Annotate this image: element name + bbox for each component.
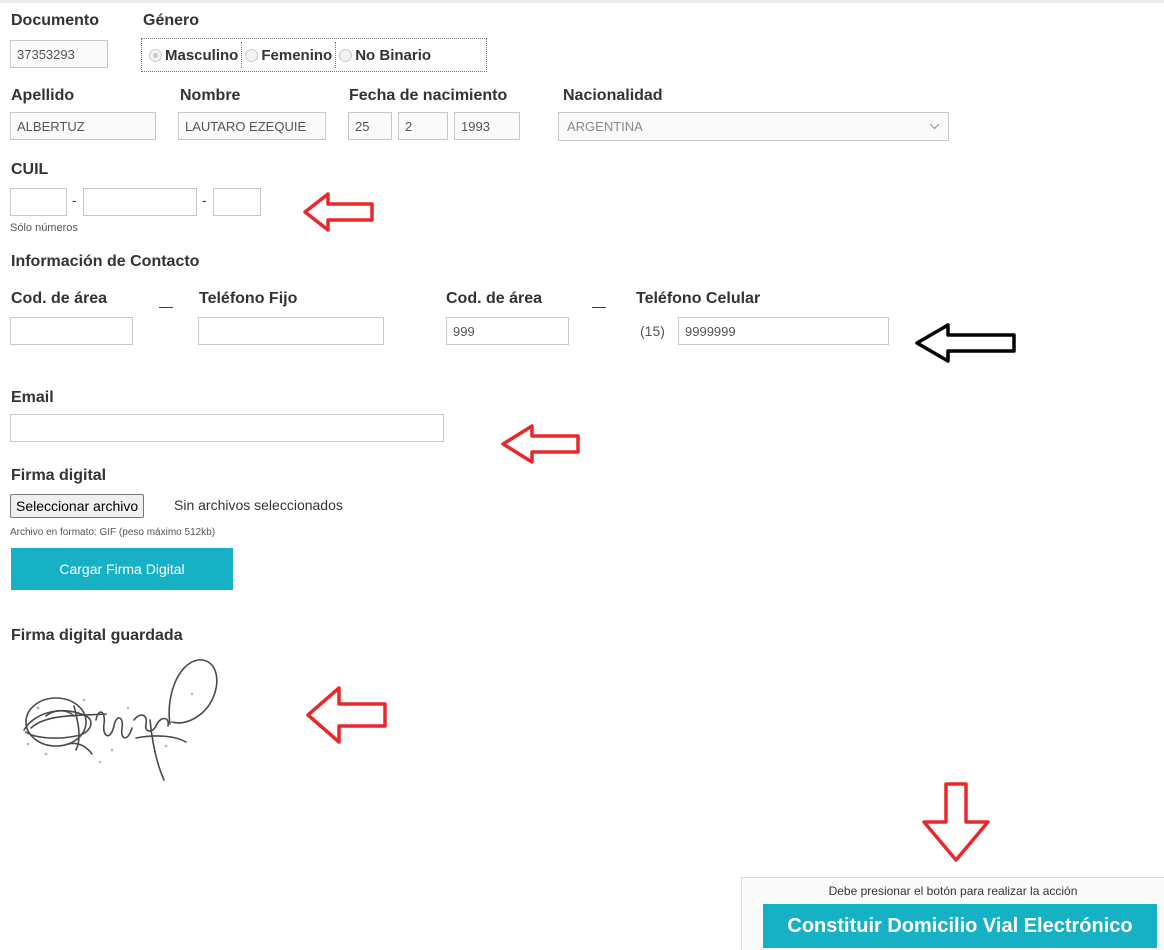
nacionalidad-label: Nacionalidad	[563, 87, 663, 104]
documento-label: Documento	[11, 12, 99, 29]
nacionalidad-select[interactable]: ARGENTINA	[558, 112, 949, 141]
fecha-dia-input[interactable]	[348, 112, 392, 140]
seleccionar-archivo-button[interactable]: Seleccionar archivo	[10, 494, 145, 518]
file-status-text: Sin archivos seleccionados	[174, 497, 343, 513]
cod-area-celular-label: Cod. de área	[446, 290, 543, 307]
fecha-nacimiento-label: Fecha de nacimiento	[349, 87, 508, 104]
telefono-celular-label: Teléfono Celular	[636, 290, 761, 307]
radio-masculino-icon[interactable]	[149, 48, 162, 62]
cuil-hint: Sólo números	[10, 222, 78, 234]
email-label: Email	[11, 389, 54, 406]
firma-guardada-label: Firma digital guardada	[11, 627, 183, 644]
radio-masculino-label: Masculino	[165, 46, 239, 64]
nacionalidad-value: ARGENTINA	[567, 119, 643, 134]
annotation-arrow-left-icon	[501, 424, 580, 464]
radio-no-binario-label: No Binario	[355, 46, 432, 64]
action-panel: Debe presionar el botón para realizar la…	[741, 877, 1164, 950]
radio-femenino-label: Femenino	[261, 46, 333, 64]
radio-femenino[interactable]: Femenino	[241, 42, 335, 68]
signature-image	[23, 659, 218, 781]
constituir-domicilio-button[interactable]: Constituir Domicilio Vial Electrónico	[763, 904, 1157, 948]
radio-femenino-icon[interactable]	[245, 48, 259, 62]
genero-label: Género	[143, 12, 200, 29]
cuil-check-input[interactable]	[213, 188, 261, 216]
cod-area-celular-input[interactable]	[446, 317, 569, 345]
annotation-arrow-left-icon	[303, 192, 374, 232]
radio-no-binario-icon[interactable]	[339, 48, 353, 62]
nombre-input[interactable]	[178, 112, 326, 140]
cuil-separator-2: -	[202, 192, 207, 208]
radio-no-binario[interactable]: No Binario	[335, 42, 434, 68]
telefono-fijo-label: Teléfono Fijo	[199, 290, 298, 307]
annotation-arrow-left-icon	[306, 686, 387, 744]
fecha-anio-input[interactable]	[454, 112, 520, 140]
phone-separator-2: —	[592, 298, 606, 314]
nombre-label: Nombre	[180, 87, 241, 104]
radio-masculino[interactable]: Masculino	[146, 42, 241, 68]
top-divider	[0, 0, 1164, 3]
apellido-label: Apellido	[11, 87, 75, 104]
documento-input[interactable]	[10, 40, 108, 68]
firma-hint: Archivo en formato: GIF (peso máximo 512…	[10, 527, 216, 538]
cargar-firma-button[interactable]: Cargar Firma Digital	[11, 548, 233, 590]
fecha-mes-input[interactable]	[398, 112, 448, 140]
apellido-input[interactable]	[10, 112, 156, 140]
phone-separator-1: —	[159, 298, 173, 314]
email-input[interactable]	[10, 414, 444, 442]
celular-prefix: (15)	[640, 323, 665, 339]
telefono-fijo-input[interactable]	[198, 317, 384, 345]
firma-digital-label: Firma digital	[11, 467, 107, 484]
cod-area-fijo-label: Cod. de área	[11, 290, 108, 307]
cuil-number-input[interactable]	[83, 188, 197, 216]
annotation-arrow-down-icon	[922, 782, 990, 862]
genero-radio-group: Masculino Femenino No Binario	[141, 38, 487, 72]
cuil-prefix-input[interactable]	[10, 188, 67, 216]
action-note: Debe presionar el botón para realizar la…	[828, 884, 1078, 898]
chevron-down-icon	[929, 123, 940, 130]
cuil-separator-1: -	[72, 192, 77, 208]
cuil-label: CUIL	[11, 161, 49, 178]
contacto-heading: Información de Contacto	[11, 253, 200, 270]
cod-area-fijo-input[interactable]	[10, 317, 133, 345]
telefono-celular-input[interactable]	[678, 317, 889, 345]
annotation-arrow-left-icon	[915, 323, 1016, 363]
